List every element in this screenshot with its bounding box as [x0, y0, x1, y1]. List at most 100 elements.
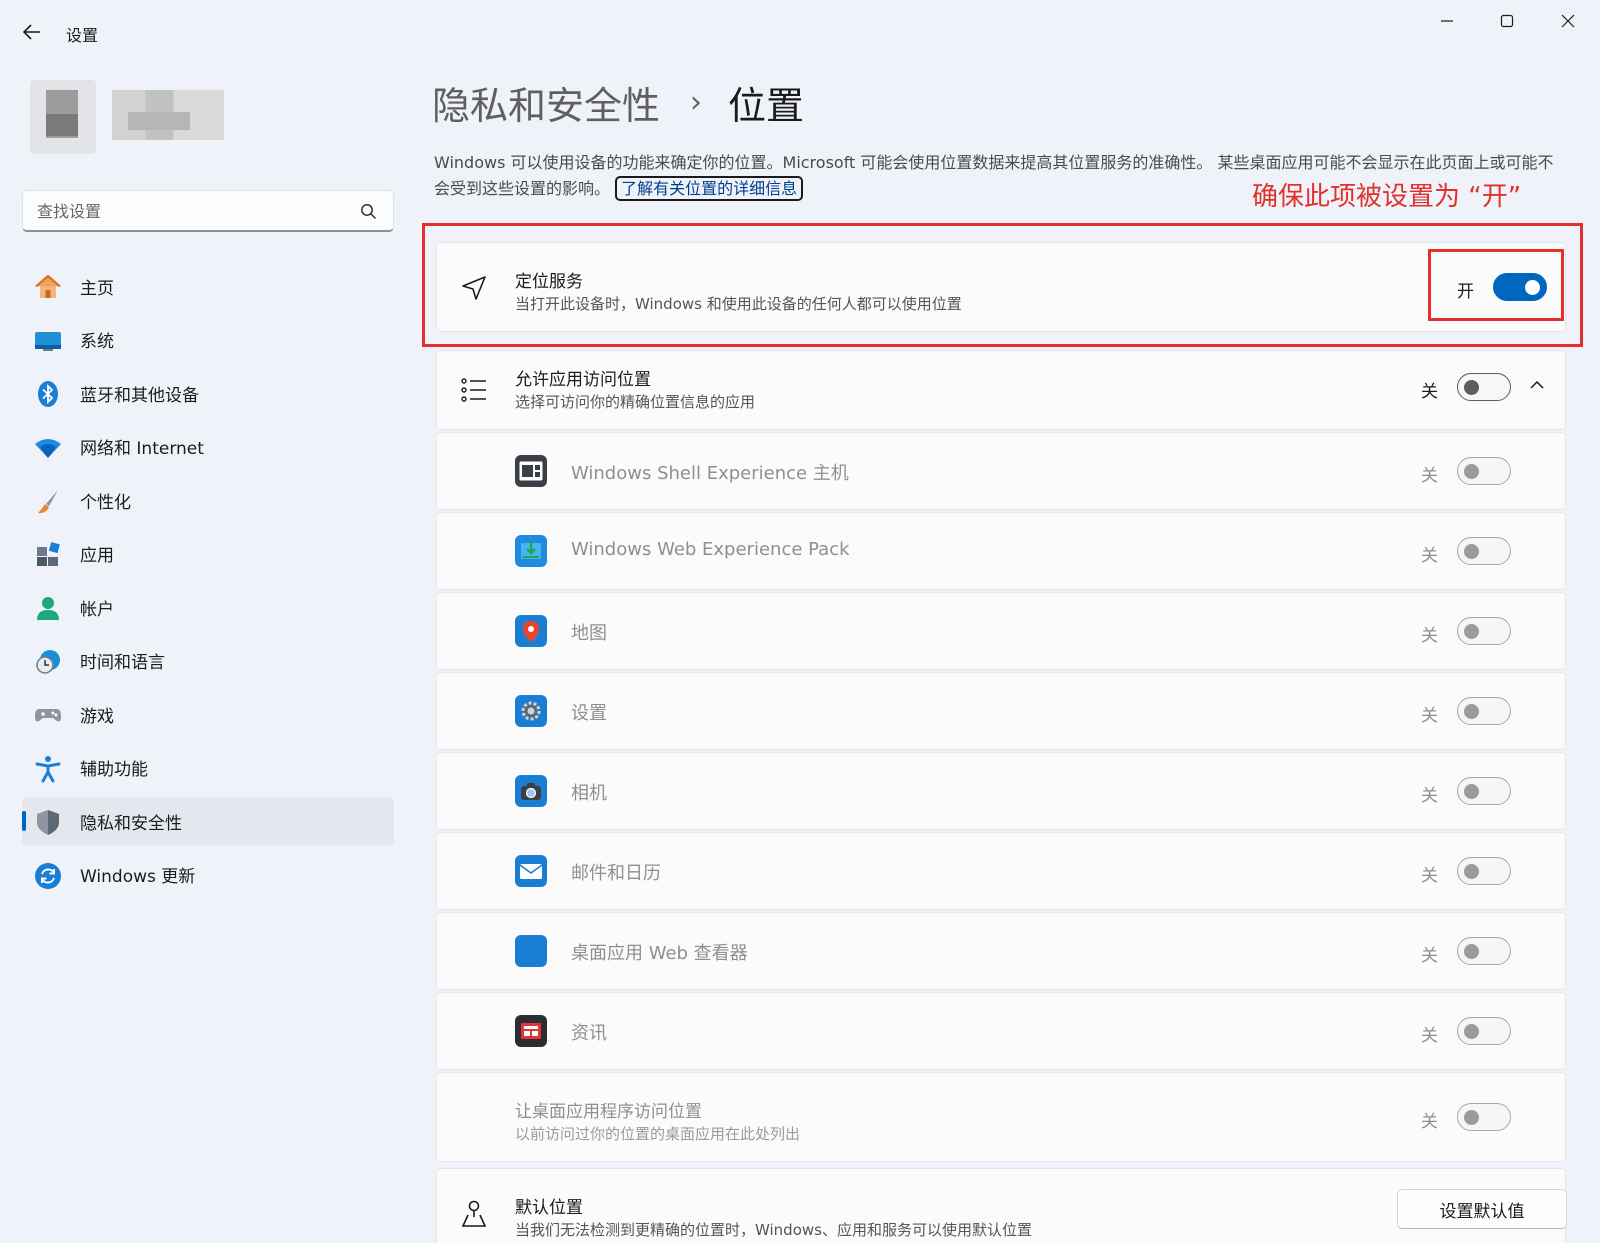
sidebar-item-bluetooth[interactable]: 蓝牙和其他设备 [22, 369, 394, 417]
system-icon [34, 327, 62, 355]
app-row-web-experience: Windows Web Experience Pack 关 [436, 512, 1566, 590]
app-access-card[interactable]: 允许应用访问位置 选择可访问你的精确位置信息的应用 关 [436, 350, 1566, 430]
sidebar-item-label: 帐户 [80, 599, 114, 620]
app-row-shell-experience: Windows Shell Experience 主机 关 [436, 432, 1566, 510]
toggle-knob [1464, 543, 1479, 559]
desktop-apps-title: 让桌面应用程序访问位置 [515, 1102, 702, 1122]
app-access-toggle[interactable] [1457, 373, 1511, 401]
app-state: 关 [1421, 626, 1438, 646]
web-experience-icon [515, 535, 547, 567]
maximize-button[interactable] [1484, 6, 1530, 36]
app-access-subtitle: 选择可访问你的精确位置信息的应用 [515, 393, 756, 411]
app-name: 地图 [571, 623, 607, 644]
sidebar-item-windows-update[interactable]: Windows 更新 [22, 851, 394, 899]
minimize-button[interactable] [1424, 6, 1470, 36]
sidebar-item-gaming[interactable]: 游戏 [22, 690, 394, 738]
account-icon [34, 594, 62, 622]
sidebar-item-label: 时间和语言 [80, 653, 165, 673]
news-icon [515, 1015, 547, 1047]
app-access-state: 关 [1421, 382, 1438, 402]
bluetooth-icon [34, 380, 62, 408]
sidebar-item-privacy-security[interactable]: 隐私和安全性 [22, 797, 394, 845]
app-toggle[interactable] [1457, 937, 1511, 965]
sidebar-item-personalization[interactable]: 个性化 [22, 476, 394, 524]
toggle-knob [1464, 1023, 1479, 1039]
back-arrow-icon [23, 24, 40, 40]
app-toggle[interactable] [1457, 697, 1511, 725]
maximize-icon [1500, 14, 1514, 28]
app-access-title: 允许应用访问位置 [515, 370, 651, 390]
app-row-camera: 相机 关 [436, 752, 1566, 830]
app-state: 关 [1421, 466, 1438, 486]
app-toggle[interactable] [1457, 617, 1511, 645]
sidebar-item-label: 个性化 [80, 492, 131, 513]
app-toggle[interactable] [1457, 537, 1511, 565]
app-toggle[interactable] [1457, 777, 1511, 805]
sidebar-item-time-language[interactable]: 时间和语言 [22, 637, 394, 685]
search-box[interactable] [22, 190, 394, 232]
app-name: 设置 [571, 703, 607, 724]
sidebar-item-label: 游戏 [80, 706, 114, 727]
toggle-knob [1464, 703, 1479, 719]
toggle-knob [1464, 623, 1479, 639]
page-title: 位置 [728, 83, 805, 128]
brush-icon [34, 487, 62, 515]
search-icon[interactable] [360, 203, 377, 220]
sidebar-item-home[interactable]: 主页 [22, 262, 394, 310]
profile-name-blurred [112, 90, 224, 140]
close-button[interactable] [1545, 6, 1591, 36]
search-input[interactable] [37, 199, 337, 223]
avatar[interactable] [30, 80, 96, 154]
app-row-settings: 设置 关 [436, 672, 1566, 750]
toggle-knob [1464, 379, 1479, 395]
breadcrumb-parent[interactable]: 隐私和安全性 [432, 75, 660, 130]
toggle-knob [1464, 1109, 1479, 1125]
app-name: 桌面应用 Web 查看器 [571, 943, 748, 964]
windows-update-icon [34, 862, 62, 890]
title-bar: 设置 [0, 0, 1600, 64]
sidebar-item-apps[interactable]: 应用 [22, 530, 394, 578]
toggle-knob [1464, 943, 1479, 959]
sidebar-item-accessibility[interactable]: 辅助功能 [22, 744, 394, 792]
sidebar-item-system[interactable]: 系统 [22, 316, 394, 364]
annotation-text: 确保此项被设置为 “开” [1252, 182, 1522, 212]
app-name: Windows Web Experience Pack [571, 539, 850, 560]
learn-more-link[interactable]: 了解有关位置的详细信息 [615, 176, 804, 201]
close-icon [1561, 14, 1575, 28]
annotation-toggle-highlight [1428, 249, 1564, 321]
maps-icon [515, 615, 547, 647]
breadcrumb: 隐私和安全性 › 位置 [432, 74, 804, 130]
sidebar-item-network[interactable]: 网络和 Internet [22, 423, 394, 471]
sidebar-item-label: 应用 [80, 546, 114, 566]
sidebar-item-label: 网络和 Internet [80, 439, 204, 459]
sidebar-item-accounts[interactable]: 帐户 [22, 583, 394, 631]
app-state: 关 [1421, 866, 1438, 886]
app-name: Windows Shell Experience 主机 [571, 463, 849, 484]
set-default-button[interactable]: 设置默认值 [1397, 1189, 1567, 1229]
app-toggle[interactable] [1457, 857, 1511, 885]
app-name: 邮件和日历 [571, 863, 661, 884]
desktop-apps-toggle[interactable] [1457, 1103, 1511, 1131]
sidebar-item-label: 蓝牙和其他设备 [80, 385, 199, 406]
app-toggle[interactable] [1457, 1017, 1511, 1045]
app-state: 关 [1421, 786, 1438, 806]
chevron-up-icon[interactable] [1529, 377, 1545, 397]
minimize-icon [1441, 20, 1453, 22]
app-name: 相机 [571, 783, 607, 804]
app-state: 关 [1421, 706, 1438, 726]
app-state: 关 [1421, 546, 1438, 566]
sidebar-item-label: 隐私和安全性 [80, 813, 182, 834]
back-button[interactable] [18, 18, 46, 46]
sidebar-item-label: 辅助功能 [80, 760, 148, 780]
default-location-subtitle: 当我们无法检测到更精确的位置时，Windows、应用和服务可以使用默认位置 [515, 1221, 1032, 1239]
default-location-card: 默认位置 当我们无法检测到更精确的位置时，Windows、应用和服务可以使用默认… [436, 1168, 1567, 1243]
gamepad-icon [34, 701, 62, 729]
desktop-apps-row: 让桌面应用程序访问位置 以前访问过你的位置的桌面应用在此处列出 关 [436, 1072, 1566, 1162]
accessibility-icon [34, 755, 62, 783]
settings-gear-icon [515, 695, 547, 727]
shield-icon [34, 808, 62, 836]
toggle-knob [1464, 863, 1479, 879]
time-language-icon [34, 648, 62, 676]
app-toggle[interactable] [1457, 457, 1511, 485]
desktop-apps-subtitle: 以前访问过你的位置的桌面应用在此处列出 [515, 1125, 801, 1143]
